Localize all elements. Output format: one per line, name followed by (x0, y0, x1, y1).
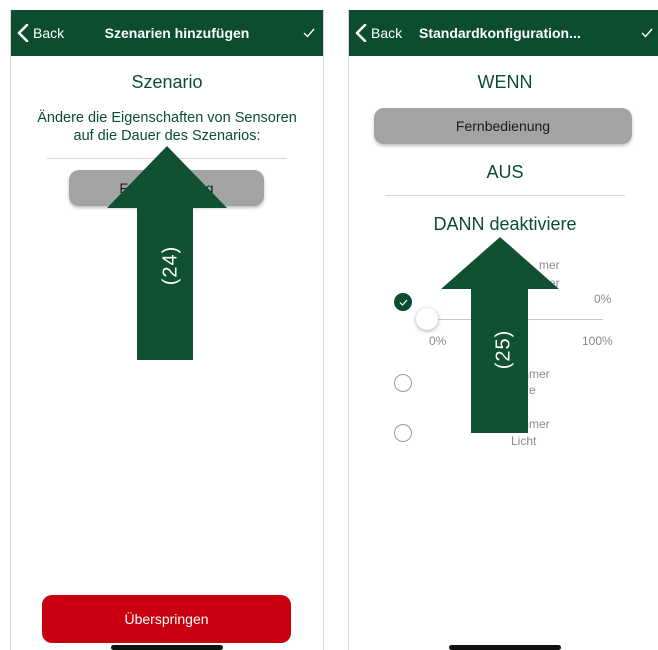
nav-title: Standardkonfiguration... (419, 25, 581, 41)
navigation-bar: Back Szenarien hinzufügen (11, 10, 323, 56)
remote-control-button[interactable]: Fernbedienung (374, 108, 632, 144)
sensor-checkbox-3[interactable] (394, 424, 412, 442)
left-phone-screen: Back Szenarien hinzufügen Szenario Änder… (10, 10, 324, 650)
right-phone-screen: Back Standardkonfiguration... WENN Fernb… (348, 10, 658, 650)
home-indicator (449, 645, 561, 650)
back-button[interactable]: Back (355, 10, 402, 56)
annotation-label: (25) (492, 329, 515, 370)
page-heading: Szenario (131, 72, 203, 92)
checkmark-icon (303, 28, 315, 38)
chevron-left-icon (17, 24, 29, 42)
confirm-button[interactable] (303, 10, 315, 56)
navigation-bar: Back Standardkonfiguration... (349, 10, 658, 56)
checkmark-icon (399, 299, 407, 306)
sensor-checkbox-2[interactable] (394, 374, 412, 392)
sensor-checkbox-1[interactable] (394, 293, 412, 311)
confirm-button[interactable] (641, 10, 653, 56)
slider-max-label: 100% (582, 334, 613, 348)
back-label: Back (371, 25, 403, 41)
state-label: AUS (486, 162, 524, 182)
back-button[interactable]: Back (17, 10, 64, 56)
annotation-label: (24) (159, 245, 182, 286)
home-indicator (111, 645, 223, 650)
nav-title: Szenarien hinzufügen (104, 25, 250, 41)
divider (385, 195, 625, 196)
then-heading: DANN deaktiviere (433, 214, 577, 234)
skip-button[interactable]: Überspringen (42, 595, 291, 643)
checkmark-icon (641, 28, 653, 38)
description-text: Ändere die Eigenschaften von Sensoren au… (37, 110, 297, 144)
back-label: Back (33, 25, 65, 41)
slider-thumb[interactable] (416, 308, 438, 330)
chevron-left-icon (355, 24, 367, 42)
slider-value-label: 0% (594, 292, 612, 306)
if-heading: WENN (477, 72, 533, 92)
